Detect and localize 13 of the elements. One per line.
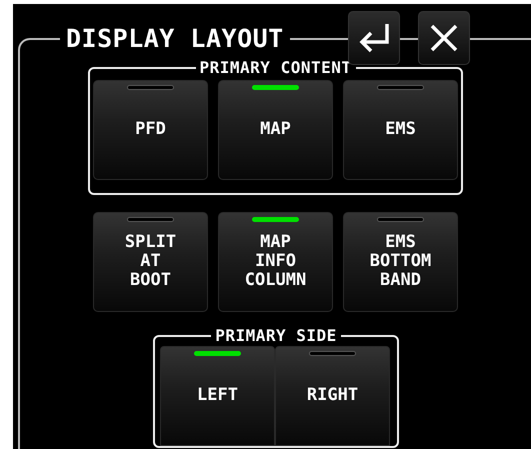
toggle-button[interactable]: EMS BOTTOM BAND — [343, 212, 458, 312]
option-button[interactable]: PFD — [93, 80, 208, 180]
option-button[interactable]: LEFT — [160, 346, 275, 446]
group-label: PRIMARY SIDE — [214, 328, 338, 344]
group-label: PRIMARY CONTENT — [198, 60, 352, 76]
option-button[interactable]: MAP — [218, 80, 333, 180]
enter-button[interactable] — [348, 11, 400, 65]
option-button[interactable]: RIGHT — [275, 346, 390, 446]
option-button[interactable]: EMS — [343, 80, 458, 180]
close-button[interactable] — [418, 11, 470, 65]
toggle-button[interactable]: SPLIT AT BOOT — [93, 212, 208, 312]
close-icon — [430, 24, 458, 52]
toggle-button[interactable]: MAP INFO COLUMN — [218, 212, 333, 312]
